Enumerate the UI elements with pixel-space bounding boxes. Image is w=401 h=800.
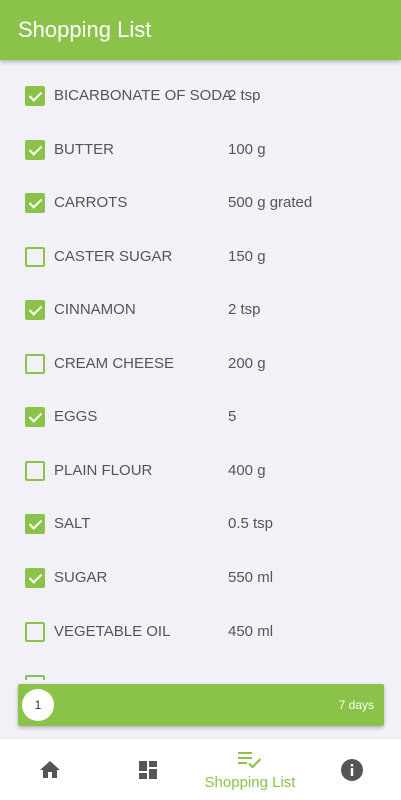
list-item[interactable]: CREAM CHEESE 200 g: [0, 349, 401, 379]
item-checkbox[interactable]: [25, 514, 45, 534]
plan-days-label: 7 days: [338, 698, 374, 712]
item-name: SALT: [54, 515, 91, 532]
item-checkbox[interactable]: [25, 354, 45, 374]
item-quantity: 150 g: [228, 248, 266, 265]
list-item[interactable]: CINNAMON 2 tsp: [0, 295, 401, 325]
item-quantity: 2 tsp: [228, 301, 261, 318]
list-item[interactable]: CASTER SUGAR 150 g: [0, 242, 401, 272]
list-item[interactable]: SALT 0.5 tsp: [0, 509, 401, 539]
list-item[interactable]: SUGAR 550 ml: [0, 563, 401, 593]
item-checkbox[interactable]: [25, 622, 45, 642]
item-name: VEGETABLE OIL: [54, 623, 171, 640]
item-checkbox[interactable]: [25, 407, 45, 427]
item-checkbox[interactable]: [25, 461, 45, 481]
item-quantity: 2 tsp: [228, 87, 261, 104]
item-name: EGGS: [54, 408, 98, 425]
nav-home[interactable]: [0, 739, 100, 800]
item-checkbox[interactable]: [25, 568, 45, 588]
item-quantity: 5: [228, 408, 237, 425]
item-checkbox[interactable]: [25, 140, 45, 160]
dashboard-icon: [136, 758, 160, 782]
home-icon: [38, 758, 62, 782]
shopping-list: BICARBONATE OF SODA 2 tsp BUTTER 100 g C…: [0, 60, 401, 680]
list-item[interactable]: EGGS 5: [0, 402, 401, 432]
list-item[interactable]: VEGETABLE OIL 450 ml: [0, 617, 401, 647]
list-item[interactable]: PLAIN FLOUR 400 g: [0, 456, 401, 486]
nav-shopping-list-label: Shopping List: [204, 773, 296, 791]
item-quantity: 100 g: [228, 141, 266, 158]
item-quantity: 450 ml: [228, 623, 274, 640]
item-name: PLAIN FLOUR: [54, 462, 153, 479]
item-checkbox[interactable]: [25, 247, 45, 267]
item-checkbox[interactable]: [25, 86, 45, 106]
plan-number-badge[interactable]: 1: [22, 689, 54, 721]
list-item[interactable]: BICARBONATE OF SODA 2 tsp: [0, 81, 401, 111]
page-title: Shopping List: [18, 17, 152, 42]
meal-plan-bar[interactable]: 1 7 days: [18, 684, 384, 726]
item-name: BUTTER: [54, 141, 114, 158]
item-checkbox[interactable]: [25, 300, 45, 320]
item-checkbox[interactable]: [25, 193, 45, 213]
list-item[interactable]: BUTTER 100 g: [0, 135, 401, 165]
item-name: CINNAMON: [54, 301, 136, 318]
item-quantity: 200 g: [228, 355, 266, 372]
item-name: CARROTS: [54, 194, 128, 211]
info-icon: [340, 758, 364, 782]
nav-dashboard[interactable]: [98, 739, 198, 800]
list-item-partial[interactable]: [0, 670, 401, 680]
item-quantity: 0.5 tsp: [228, 515, 274, 532]
item-name: SUGAR: [54, 569, 108, 586]
app-bar: Shopping List: [0, 0, 401, 60]
item-name: BICARBONATE OF SODA: [54, 87, 233, 104]
bottom-navigation: Shopping List: [0, 738, 401, 800]
list-item[interactable]: CARROTS 500 g grated: [0, 188, 401, 218]
item-quantity: 550 ml: [228, 569, 274, 586]
item-quantity: 400 g: [228, 462, 266, 479]
nav-info[interactable]: [302, 739, 401, 800]
nav-shopping-list[interactable]: Shopping List: [200, 739, 300, 800]
checklist-icon: [237, 750, 263, 772]
item-checkbox[interactable]: [25, 675, 45, 680]
item-name: CREAM CHEESE: [54, 355, 175, 372]
item-name: CASTER SUGAR: [54, 248, 173, 265]
item-quantity: 500 g grated: [228, 194, 313, 211]
